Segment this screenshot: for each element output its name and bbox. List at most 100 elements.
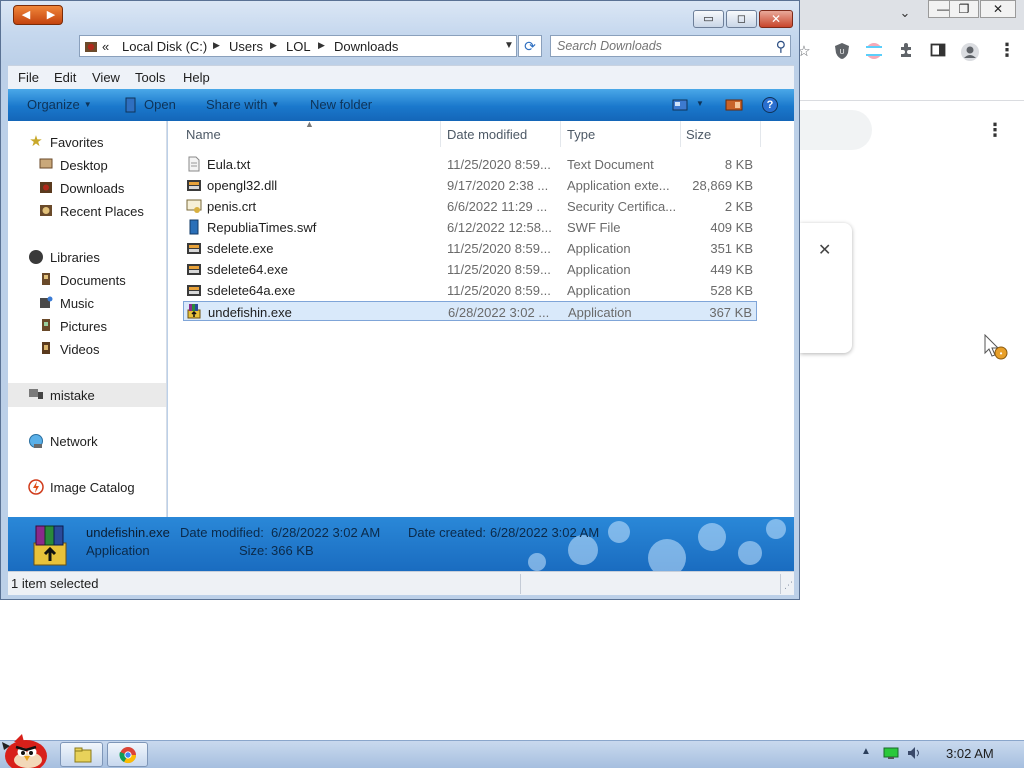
card-close-icon[interactable]: ✕	[818, 240, 831, 260]
file-row-undefishin[interactable]: undefishin.exe 6/28/2022 3:02 ... Applic…	[183, 301, 757, 321]
browser-restore-button[interactable]: ❐	[949, 0, 979, 18]
nav-downloads[interactable]: Downloads	[8, 178, 166, 198]
file-row-sdelete64[interactable]: sdelete64.exe 11/25/2020 8:59... Applica…	[183, 259, 757, 279]
column-divider[interactable]	[680, 121, 681, 147]
file-size: 2 KB	[724, 199, 753, 214]
column-header-date-modified[interactable]: Date modified	[447, 127, 527, 142]
column-divider[interactable]	[560, 121, 561, 147]
network-globe-icon	[28, 433, 44, 449]
maximize-icon: ◻	[736, 13, 747, 25]
file-type: SWF File	[567, 220, 621, 235]
column-header-size[interactable]: Size	[686, 127, 711, 142]
file-row-crt[interactable]: penis.crt 6/6/2022 11:29 ... Security Ce…	[183, 196, 757, 216]
nav-desktop[interactable]: Desktop	[8, 155, 166, 175]
status-bar: 1 item selected ⋰	[8, 571, 794, 595]
profile-avatar-icon[interactable]	[960, 42, 980, 62]
column-divider[interactable]	[760, 121, 761, 147]
search-input[interactable]	[557, 38, 767, 54]
start-button-angry-bird-icon[interactable]	[0, 730, 52, 768]
maximize-button[interactable]: ◻	[726, 10, 757, 28]
open-button[interactable]: Open	[144, 97, 176, 112]
file-row-sdelete[interactable]: sdelete.exe 11/25/2020 8:59... Applicati…	[183, 238, 757, 258]
certificate-icon	[186, 199, 202, 213]
taskbar-explorer-button[interactable]	[60, 742, 103, 767]
resize-grip-icon[interactable]: ⋰	[784, 580, 793, 591]
nav-libraries[interactable]: Libraries	[8, 247, 166, 267]
share-with-button[interactable]: Share with ▼	[206, 97, 279, 112]
menu-help[interactable]: Help	[183, 70, 210, 85]
file-size: 367 KB	[709, 305, 752, 320]
organize-button[interactable]: Organize ▼	[27, 97, 92, 112]
column-divider[interactable]	[440, 121, 441, 147]
breadcrumb-separator-icon[interactable]: ▶	[318, 40, 325, 51]
column-header-name[interactable]: Name	[186, 127, 221, 142]
extensions-puzzle-icon[interactable]	[896, 42, 916, 62]
forward-button[interactable]: ▶	[39, 6, 63, 24]
breadcrumb-lol[interactable]: LOL	[286, 39, 311, 54]
network-tray-icon[interactable]	[883, 746, 899, 760]
breadcrumb-downloads[interactable]: Downloads	[334, 39, 398, 54]
nav-label: Network	[50, 434, 98, 449]
preview-pane-icon[interactable]	[725, 98, 743, 112]
show-hidden-icons-icon[interactable]: ▲	[861, 746, 871, 757]
volume-icon[interactable]	[906, 746, 922, 760]
nav-favorites[interactable]: ★ Favorites	[8, 132, 166, 152]
breadcrumb-users[interactable]: Users	[229, 39, 263, 54]
new-folder-button[interactable]: New folder	[310, 97, 372, 112]
status-text: 1 item selected	[11, 576, 99, 591]
ublock-extension-icon[interactable]: U	[832, 42, 852, 62]
search-box[interactable]: ⚲	[550, 35, 791, 57]
breadcrumb-separator-icon[interactable]: ▶	[213, 40, 220, 51]
menu-view[interactable]: View	[92, 70, 120, 85]
image-catalog-icon	[28, 479, 44, 495]
tray-clock[interactable]: 3:02 AM	[946, 746, 994, 761]
menu-edit[interactable]: Edit	[54, 70, 76, 85]
explorer-title-bar[interactable]	[1, 1, 799, 33]
tab-list-chevron-icon[interactable]: ⌄	[890, 5, 920, 23]
nav-documents[interactable]: Documents	[8, 270, 166, 290]
file-row-swf[interactable]: RepubliaTimes.swf 6/12/2022 12:58... SWF…	[183, 217, 757, 237]
nav-recent-places[interactable]: Recent Places	[8, 201, 166, 221]
view-options-dropdown-icon[interactable]: ▼	[696, 99, 704, 108]
browser-close-button[interactable]: ✕	[980, 0, 1016, 18]
menu-bar: File Edit View Tools Help	[8, 65, 794, 89]
side-panel-icon[interactable]	[928, 42, 948, 62]
downloads-icon	[38, 180, 54, 196]
breadcrumb-local-disk[interactable]: Local Disk (C:)	[122, 39, 207, 54]
file-row-eula[interactable]: Eula.txt 11/25/2020 8:59... Text Documen…	[183, 154, 757, 174]
nav-label: Documents	[60, 273, 126, 288]
search-icon[interactable]: ⚲	[776, 38, 786, 55]
chrome-icon	[119, 747, 137, 764]
pride-flag-extension-icon[interactable]	[864, 42, 884, 62]
taskbar-chrome-button[interactable]	[107, 742, 148, 767]
file-row-opengl32[interactable]: opengl32.dll 9/17/2020 2:38 ... Applicat…	[183, 175, 757, 195]
column-header-type[interactable]: Type	[567, 127, 595, 142]
file-name: sdelete.exe	[207, 241, 274, 256]
menu-file[interactable]: File	[18, 70, 39, 85]
help-button[interactable]: ?	[762, 97, 778, 113]
menu-tools[interactable]: Tools	[135, 70, 165, 85]
back-button[interactable]: ◀	[14, 6, 38, 24]
close-button[interactable]: ✕	[759, 10, 793, 28]
decorative-bubble	[608, 521, 630, 543]
installer-icon	[33, 525, 67, 566]
file-row-sdelete64a[interactable]: sdelete64a.exe 11/25/2020 8:59... Applic…	[183, 280, 757, 300]
nav-music[interactable]: Music	[8, 293, 166, 313]
address-dropdown-icon[interactable]: ▼	[504, 40, 514, 51]
nav-pictures[interactable]: Pictures	[8, 316, 166, 336]
details-date-modified-label: Date modified:	[180, 525, 264, 540]
nav-image-catalog[interactable]: Image Catalog	[8, 477, 166, 497]
change-view-icon[interactable]	[672, 98, 688, 112]
nav-mistake[interactable]: mistake	[8, 383, 166, 407]
refresh-button[interactable]: ⟳	[518, 35, 542, 57]
nav-network[interactable]: Network	[8, 431, 166, 451]
browser-menu-icon[interactable]: ⋮	[998, 40, 1016, 61]
browser-page-search-box[interactable]	[800, 110, 872, 150]
breadcrumb-separator-icon[interactable]: ▶	[270, 40, 277, 51]
nav-label: Libraries	[50, 250, 100, 265]
nav-videos[interactable]: Videos	[8, 339, 166, 359]
minimize-button[interactable]: ▭	[693, 10, 724, 28]
address-bar[interactable]: « Local Disk (C:) ▶ Users ▶ LOL ▶ Downlo…	[79, 35, 517, 57]
breadcrumb-overflow[interactable]: «	[102, 39, 109, 54]
page-options-icon[interactable]: ⋮	[986, 120, 1004, 141]
